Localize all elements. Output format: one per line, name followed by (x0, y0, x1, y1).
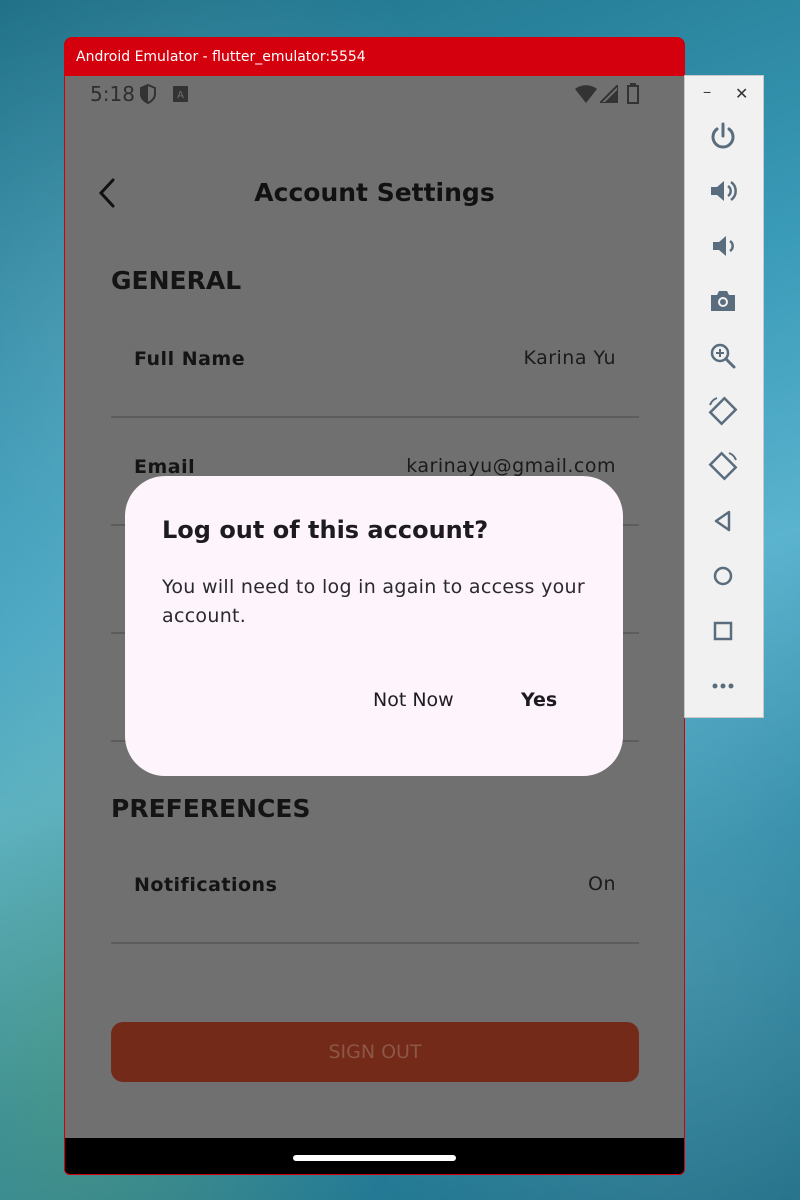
page-title: Account Settings (254, 178, 495, 207)
home-icon[interactable] (707, 560, 739, 592)
overview-icon[interactable] (707, 615, 739, 647)
emulator-side-toolbar: − ✕ (684, 75, 764, 718)
keyboard-a-icon: A (173, 86, 188, 102)
row-value: karinayu@gmail.com (406, 455, 616, 477)
more-icon[interactable] (707, 670, 739, 702)
power-icon[interactable] (707, 120, 739, 152)
rotate-left-icon[interactable] (707, 395, 739, 427)
navigation-bar (65, 1138, 684, 1174)
volume-down-icon[interactable] (707, 230, 739, 262)
signal-icon (600, 85, 618, 103)
phone-screen: 5:18 A Account Settings GENERAL Full Nam… (65, 76, 684, 1140)
settings-row-full-name[interactable]: Full Name Karina Yu (111, 310, 639, 418)
back-icon[interactable] (707, 505, 739, 537)
status-bar: 5:18 A (65, 76, 684, 112)
row-label: Email (134, 456, 196, 478)
rotate-right-icon[interactable] (707, 450, 739, 482)
app-header: Account Settings (65, 156, 684, 208)
close-button[interactable]: ✕ (735, 84, 748, 104)
settings-row-notifications[interactable]: Notifications On (111, 836, 639, 944)
zoom-icon[interactable] (707, 340, 739, 372)
volume-up-icon[interactable] (707, 175, 739, 207)
row-label: Full Name (134, 348, 246, 370)
home-gesture-pill[interactable] (293, 1155, 456, 1161)
emulator-window: Android Emulator - flutter_emulator:5554… (64, 37, 685, 1175)
section-title-general: GENERAL (111, 266, 242, 295)
minimize-button[interactable]: − (703, 84, 711, 100)
logout-dialog: Log out of this account? You will need t… (125, 476, 623, 776)
emulator-title-bar[interactable]: Android Emulator - flutter_emulator:5554 (65, 38, 684, 76)
battery-icon (627, 83, 639, 104)
svg-text:A: A (177, 90, 184, 101)
wifi-icon (575, 85, 597, 103)
section-title-preferences: PREFERENCES (111, 794, 311, 823)
sign-out-button[interactable]: SIGN OUT (111, 1022, 639, 1082)
yes-button[interactable]: Yes (521, 689, 557, 711)
row-label: Notifications (134, 874, 278, 896)
camera-icon[interactable] (707, 285, 739, 317)
row-value: Karina Yu (523, 347, 616, 369)
not-now-button[interactable]: Not Now (373, 689, 454, 711)
row-value: On (588, 873, 616, 895)
toolbar-window-controls: − ✕ (685, 76, 763, 112)
status-time: 5:18 (90, 82, 135, 106)
shield-icon (140, 84, 156, 104)
dialog-title: Log out of this account? (162, 516, 489, 544)
dialog-body: You will need to log in again to access … (162, 576, 586, 627)
